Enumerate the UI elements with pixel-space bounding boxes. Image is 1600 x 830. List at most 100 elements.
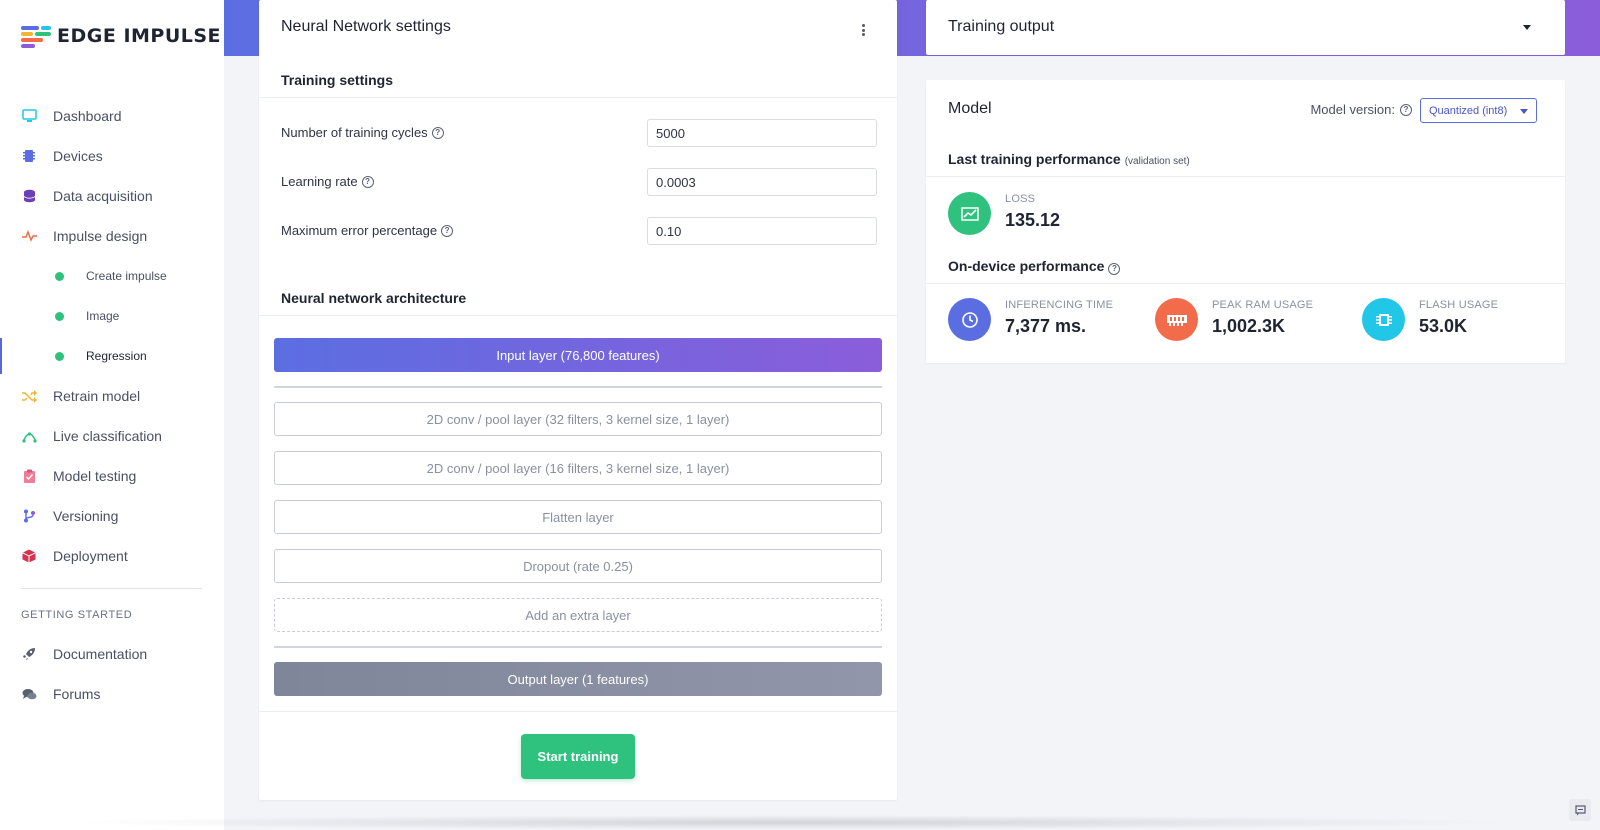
status-dot-icon [55, 271, 64, 281]
edge-impulse-logo-icon [21, 25, 51, 48]
divider [259, 315, 897, 316]
divider [259, 711, 897, 712]
conv-layer-2[interactable]: 2D conv / pool layer (16 filters, 3 kern… [274, 451, 882, 485]
validation-set-note: (validation set) [1124, 156, 1190, 167]
add-layer-button[interactable]: Add an extra layer [274, 598, 882, 632]
sidebar-item-documentation[interactable]: Documentation [0, 634, 224, 674]
sidebar-item-data-acquisition[interactable]: Data acquisition [0, 176, 224, 216]
clock-icon [948, 298, 991, 341]
live-icon [21, 428, 37, 444]
help-icon[interactable]: ? [431, 126, 444, 139]
help-icon[interactable]: ? [1400, 103, 1412, 116]
start-training-button[interactable]: Start training [521, 734, 635, 779]
model-title: Model [948, 100, 992, 117]
branch-icon [21, 508, 37, 524]
flatten-layer[interactable]: Flatten layer [274, 500, 882, 534]
sidebar: EDGE IMPULSE Dashboard Devices Data acqu… [0, 0, 224, 830]
sidebar-item-versioning[interactable]: Versioning [0, 496, 224, 536]
sidebar-item-label: Documentation [53, 646, 148, 662]
output-layer: Output layer (1 features) [274, 662, 882, 696]
sidebar-item-label: Forums [53, 686, 101, 702]
loss-value: 135.12 [1005, 210, 1061, 230]
sidebar-divider [21, 588, 202, 589]
training-output-panel[interactable]: Training output [926, 0, 1565, 55]
sidebar-item-deployment[interactable]: Deployment [0, 536, 224, 576]
on-device-performance-heading: On-device performance ? [948, 258, 1121, 275]
shuffle-icon [21, 388, 37, 404]
conv-layer-1[interactable]: 2D conv / pool layer (32 filters, 3 kern… [274, 402, 882, 436]
layer-separator [274, 646, 882, 648]
input-layer: Input layer (76,800 features) [274, 338, 882, 372]
monitor-icon [21, 108, 37, 124]
chevron-down-icon [1520, 109, 1528, 114]
rocket-icon [21, 646, 37, 662]
memory-icon [1155, 298, 1198, 341]
sidebar-item-label: Create impulse [86, 269, 167, 283]
sidebar-item-forums[interactable]: Forums [0, 674, 224, 714]
chart-trend-icon [948, 192, 991, 235]
sidebar-item-label: Model testing [53, 468, 137, 484]
sidebar-item-retrain-model[interactable]: Retrain model [0, 376, 224, 416]
model-version-label-text: Model version: [1310, 102, 1395, 117]
getting-started-heading: GETTING STARTED [21, 609, 133, 621]
sidebar-item-label: Image [86, 309, 120, 323]
training-cycles-input[interactable] [647, 119, 877, 147]
max-error-input[interactable] [647, 217, 877, 245]
status-dot-icon [55, 351, 64, 361]
more-options-icon[interactable] [861, 24, 865, 36]
chevron-down-icon[interactable] [1523, 25, 1531, 30]
sidebar-item-devices[interactable]: Devices [0, 136, 224, 176]
model-version-label: Model version: ? [1310, 102, 1412, 117]
sidebar-item-live-classification[interactable]: Live classification [0, 416, 224, 456]
logo[interactable]: EDGE IMPULSE [21, 25, 222, 48]
logo-text: EDGE IMPULSE [57, 25, 222, 47]
learning-rate-label-text: Learning rate [281, 174, 358, 189]
help-icon[interactable]: ? [441, 224, 454, 237]
sidebar-item-regression[interactable]: Regression [0, 336, 224, 376]
max-error-label: Maximum error percentage ? [281, 223, 454, 238]
chip-icon [21, 148, 37, 164]
help-icon[interactable]: ? [361, 175, 374, 188]
bottom-shadow [60, 815, 1520, 830]
sidebar-item-label: Live classification [53, 428, 162, 444]
model-version-select[interactable]: Quantized (int8) [1420, 98, 1537, 123]
sidebar-item-label: Impulse design [53, 228, 148, 244]
sidebar-item-label: Devices [53, 148, 103, 164]
divider [926, 283, 1565, 284]
box-icon [21, 548, 37, 564]
sidebar-item-label: Deployment [53, 548, 128, 564]
sidebar-item-create-impulse[interactable]: Create impulse [0, 256, 224, 296]
training-cycles-label-text: Number of training cycles [281, 125, 428, 140]
training-output-title: Training output [948, 18, 1055, 35]
model-panel: Model Model version: ? Quantized (int8) … [926, 80, 1565, 363]
training-cycles-label: Number of training cycles ? [281, 125, 444, 140]
sidebar-item-model-testing[interactable]: Model testing [0, 456, 224, 496]
flash-usage-value: 53.0K [1419, 316, 1468, 336]
help-icon[interactable]: ? [1108, 263, 1121, 275]
sidebar-item-label: Dashboard [53, 108, 122, 124]
database-icon [21, 188, 37, 204]
sidebar-item-label: Data acquisition [53, 188, 153, 204]
clipboard-check-icon [21, 468, 37, 484]
sidebar-item-label: Retrain model [53, 388, 141, 404]
inferencing-time-value: 7,377 ms. [1005, 316, 1087, 336]
status-dot-icon [55, 311, 64, 321]
active-indicator [0, 338, 2, 374]
chat-icon [21, 686, 37, 702]
peak-ram-value: 1,002.3K [1212, 316, 1286, 336]
model-version-value: Quantized (int8) [1429, 104, 1508, 117]
last-training-performance-heading: Last training performance (validation se… [948, 151, 1190, 167]
sidebar-item-image[interactable]: Image [0, 296, 224, 336]
learning-rate-input[interactable] [647, 168, 877, 196]
peak-ram-label: PEAK RAM USAGE [1212, 299, 1314, 311]
architecture-heading: Neural network architecture [281, 290, 467, 306]
feedback-icon[interactable] [1569, 799, 1591, 821]
sidebar-item-impulse-design[interactable]: Impulse design [0, 216, 224, 256]
layer-separator [274, 386, 882, 388]
learning-rate-label: Learning rate ? [281, 174, 374, 189]
sidebar-item-dashboard[interactable]: Dashboard [0, 96, 224, 136]
on-device-performance-text: On-device performance [948, 258, 1105, 274]
sidebar-item-label: Regression [86, 349, 147, 363]
dropout-layer[interactable]: Dropout (rate 0.25) [274, 549, 882, 583]
divider [926, 176, 1565, 177]
